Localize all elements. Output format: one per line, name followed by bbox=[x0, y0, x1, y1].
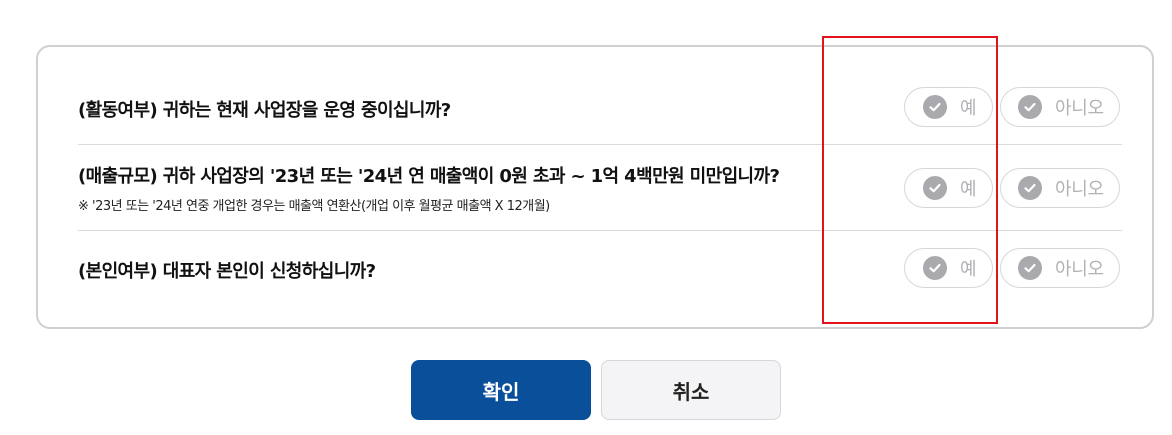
question-text: (매출규모) 귀하 사업장의 '23년 또는 '24년 연 매출액이 0원 초과… bbox=[78, 166, 780, 187]
answer-no-label: 아니오 bbox=[1055, 179, 1104, 200]
question-text: (활동여부) 귀하는 현재 사업장을 운영 중이십니까? bbox=[78, 100, 451, 121]
confirm-button[interactable]: 확인 bbox=[411, 360, 591, 420]
answer-yes-label: 예 bbox=[960, 98, 977, 119]
check-circle-icon bbox=[923, 176, 947, 200]
answer-yes-label: 예 bbox=[960, 259, 977, 280]
question-text: (본인여부) 대표자 본인이 신청하십니까? bbox=[78, 261, 376, 282]
question-row-activity: (활동여부) 귀하는 현재 사업장을 운영 중이십니까? 예 아니오 bbox=[78, 47, 1122, 145]
check-circle-icon bbox=[1018, 256, 1042, 280]
answer-yes-button[interactable]: 예 bbox=[904, 168, 993, 208]
answer-yes-button[interactable]: 예 bbox=[904, 248, 993, 288]
question-note: ※ '23년 또는 '24년 연중 개업한 경우는 매출액 연환산(개업 이후 … bbox=[78, 199, 550, 214]
answer-yes-label: 예 bbox=[960, 179, 977, 200]
question-row-sales: (매출규모) 귀하 사업장의 '23년 또는 '24년 연 매출액이 0원 초과… bbox=[78, 145, 1122, 231]
answer-no-button[interactable]: 아니오 bbox=[1000, 87, 1120, 127]
survey-panel: (활동여부) 귀하는 현재 사업장을 운영 중이십니까? 예 아니오 (매출규모… bbox=[36, 45, 1154, 329]
cancel-button[interactable]: 취소 bbox=[601, 360, 781, 420]
check-circle-icon bbox=[1018, 176, 1042, 200]
answer-no-label: 아니오 bbox=[1055, 98, 1104, 119]
answer-no-label: 아니오 bbox=[1055, 259, 1104, 280]
check-circle-icon bbox=[1018, 95, 1042, 119]
answer-yes-button[interactable]: 예 bbox=[904, 87, 993, 127]
check-circle-icon bbox=[923, 95, 947, 119]
question-row-identity: (본인여부) 대표자 본인이 신청하십니까? 예 아니오 bbox=[78, 231, 1122, 329]
answer-no-button[interactable]: 아니오 bbox=[1000, 248, 1120, 288]
answer-no-button[interactable]: 아니오 bbox=[1000, 168, 1120, 208]
check-circle-icon bbox=[923, 256, 947, 280]
